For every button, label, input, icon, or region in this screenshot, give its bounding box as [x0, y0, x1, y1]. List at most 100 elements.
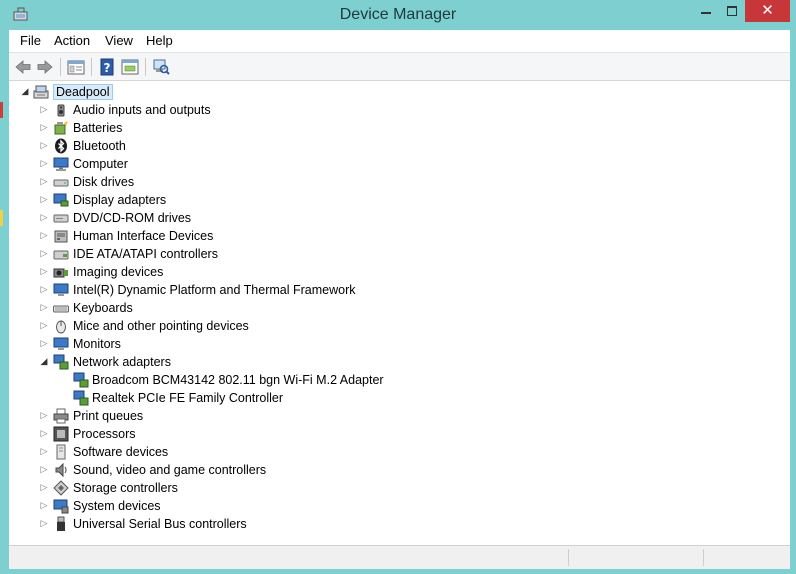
device-manager-window: Device Manager ✕ File Action View Help ?…	[0, 0, 796, 574]
expand-triangle-icon[interactable]: ▷	[39, 104, 49, 116]
category-label: Computer	[73, 157, 128, 171]
expand-triangle-icon[interactable]: ▷	[39, 500, 49, 512]
category-label: Universal Serial Bus controllers	[73, 517, 247, 531]
tree-category[interactable]: ▷ Storage controllers	[10, 479, 770, 497]
tree-category[interactable]: ▷ Disk drives	[10, 173, 770, 191]
category-label: Processors	[73, 427, 136, 441]
window-title: Device Manager	[339, 6, 457, 23]
category-label: Batteries	[73, 121, 123, 135]
mouse-icon	[53, 318, 69, 334]
device-tree: ◢ Deadpool ▷ Audio inputs and outputs ▷	[10, 81, 789, 545]
expand-triangle-icon[interactable]: ▷	[39, 428, 49, 440]
expand-triangle-icon[interactable]: ▷	[39, 302, 49, 314]
category-label: Display adapters	[73, 193, 167, 207]
tree-device[interactable]: Realtek PCIe FE Family Controller	[10, 389, 770, 407]
expand-triangle-icon[interactable]: ▷	[39, 338, 49, 350]
menu-action[interactable]: Action	[54, 33, 90, 48]
help-icon[interactable]: ?	[97, 57, 117, 77]
menu-file[interactable]: File	[20, 33, 41, 48]
properties-icon[interactable]	[66, 57, 86, 77]
tree-category[interactable]: ▷ Intel(R) Dynamic Platform and Thermal …	[10, 281, 770, 299]
category-label: DVD/CD-ROM drives	[73, 211, 192, 225]
tree-category[interactable]: ▷ Print queues	[10, 407, 770, 425]
status-pane-divider	[703, 549, 704, 566]
desktop-item-edge	[0, 102, 3, 118]
category-label: Storage controllers	[73, 481, 178, 495]
battery-icon	[53, 120, 69, 136]
category-label: Bluetooth	[73, 139, 126, 153]
expand-triangle-icon[interactable]: ▷	[39, 140, 49, 152]
forward-arrow-icon[interactable]	[35, 57, 55, 77]
ide-controller-icon	[53, 246, 69, 262]
back-arrow-icon[interactable]	[13, 57, 33, 77]
title-bar[interactable]: Device Manager ✕	[0, 0, 796, 30]
tree-category[interactable]: ▷ Audio inputs and outputs	[10, 101, 770, 119]
network-adapter-icon	[73, 390, 89, 406]
category-label: Imaging devices	[73, 265, 164, 279]
maximize-icon	[727, 6, 737, 16]
menu-bar: File Action View Help	[9, 30, 790, 53]
expand-triangle-icon[interactable]: ▷	[39, 248, 49, 260]
expand-triangle-icon[interactable]: ▷	[39, 176, 49, 188]
expand-triangle-icon[interactable]: ▷	[39, 194, 49, 206]
expand-triangle-icon[interactable]: ▷	[39, 230, 49, 242]
tree-category[interactable]: ▷ Bluetooth	[10, 137, 770, 155]
expand-triangle-icon[interactable]: ▷	[39, 518, 49, 530]
tree-category[interactable]: ▷ Monitors	[10, 335, 770, 353]
computer-icon	[53, 156, 69, 172]
tree-category[interactable]: ▷ Universal Serial Bus controllers	[10, 515, 770, 533]
show-hidden-icon[interactable]	[120, 57, 140, 77]
status-pane-divider	[568, 549, 569, 566]
menu-help[interactable]: Help	[146, 33, 173, 48]
tree-device[interactable]: Broadcom BCM43142 802.11 bgn Wi-Fi M.2 A…	[10, 371, 770, 389]
tree-category[interactable]: ▷ Mice and other pointing devices	[10, 317, 770, 335]
expand-triangle-icon[interactable]: ▷	[39, 158, 49, 170]
speaker-icon	[53, 102, 69, 118]
expand-triangle-icon[interactable]: ▷	[39, 410, 49, 422]
tree-category[interactable]: ▷ System devices	[10, 497, 770, 515]
maximize-button[interactable]	[719, 0, 745, 22]
collapse-triangle-icon[interactable]: ◢	[39, 356, 49, 368]
device-label: Broadcom BCM43142 802.11 bgn Wi-Fi M.2 A…	[92, 373, 384, 387]
expand-triangle-icon[interactable]: ▷	[39, 446, 49, 458]
category-label: System devices	[73, 499, 161, 513]
menu-view[interactable]: View	[105, 33, 133, 48]
tree-category[interactable]: ▷ Imaging devices	[10, 263, 770, 281]
category-label: IDE ATA/ATAPI controllers	[73, 247, 218, 261]
close-button[interactable]: ✕	[745, 0, 790, 22]
tree-category[interactable]: ▷ Batteries	[10, 119, 770, 137]
tree-root[interactable]: ◢ Deadpool	[10, 83, 770, 101]
monitor-icon	[53, 336, 69, 352]
tree-category[interactable]: ▷ Computer	[10, 155, 770, 173]
expand-triangle-icon[interactable]: ▷	[39, 284, 49, 296]
expand-triangle-icon[interactable]: ▷	[39, 122, 49, 134]
tree-category-expanded[interactable]: ◢ Network adapters	[10, 353, 770, 371]
category-label: Network adapters	[73, 355, 171, 369]
expand-triangle-icon[interactable]: ▷	[39, 464, 49, 476]
tree-category[interactable]: ▷ Keyboards	[10, 299, 770, 317]
tree-category[interactable]: ▷ Software devices	[10, 443, 770, 461]
category-label: Print queues	[73, 409, 144, 423]
expand-triangle-icon[interactable]: ▷	[39, 266, 49, 278]
toolbar-separator	[91, 58, 92, 76]
expand-triangle-icon[interactable]: ▷	[39, 320, 49, 332]
scan-hardware-icon[interactable]	[151, 57, 171, 77]
minimize-button[interactable]	[693, 0, 719, 22]
tree-category[interactable]: ▷ Processors	[10, 425, 770, 443]
tree-category[interactable]: ▷ Sound, video and game controllers	[10, 461, 770, 479]
processor-icon	[53, 426, 69, 442]
status-bar	[9, 545, 790, 569]
tree-category[interactable]: ▷ Human Interface Devices	[10, 227, 770, 245]
tree-category[interactable]: ▷ IDE ATA/ATAPI controllers	[10, 245, 770, 263]
collapse-triangle-icon[interactable]: ◢	[20, 86, 30, 98]
expand-triangle-icon[interactable]: ▷	[39, 482, 49, 494]
client-area: File Action View Help ? ◢ Deadpool ▷ Aud…	[9, 30, 790, 569]
expand-triangle-icon[interactable]: ▷	[39, 212, 49, 224]
tree-category[interactable]: ▷ Display adapters	[10, 191, 770, 209]
dvd-drive-icon	[53, 210, 69, 226]
system-device-icon	[53, 498, 69, 514]
category-label: Software devices	[73, 445, 169, 459]
tree-category[interactable]: ▷ DVD/CD-ROM drives	[10, 209, 770, 227]
keyboard-icon	[53, 300, 69, 316]
display-adapter-icon	[53, 192, 69, 208]
